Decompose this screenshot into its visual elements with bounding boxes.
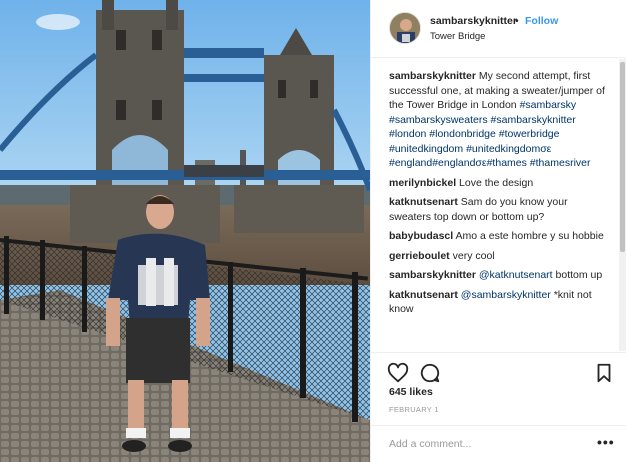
hashtag-link[interactable]: #england [389,157,432,169]
hashtag-link[interactable]: #thamesriver [530,157,591,169]
more-options-icon[interactable]: ••• [597,434,615,450]
comment-username[interactable]: gerrieboulet [389,250,450,262]
header-username[interactable]: sambarskyknitter [430,15,517,27]
comment-text: Amo a este hombre y su hobbie [455,230,604,242]
hashtag-link[interactable]: #london [389,128,426,140]
comment-username[interactable]: katknutsenart [389,196,458,208]
comment-username[interactable]: sambarskyknitter [389,269,476,281]
avatar[interactable] [389,12,421,44]
caption: sambarskyknitter My second attempt, firs… [389,69,611,171]
hashtag-link[interactable]: #sambarskyknitter [491,114,576,126]
comments-list[interactable]: sambarskyknitter My second attempt, firs… [371,59,619,351]
hashtag-link[interactable]: #unitedkingdomσε [466,143,551,155]
comment-text: Love the design [459,176,534,189]
hashtag-link[interactable]: #londonbridge [429,128,496,140]
hashtag-link[interactable]: #sambarsky [520,99,577,111]
comment-username[interactable]: merilynbickel [389,177,456,189]
post-photo[interactable] [0,0,370,462]
hashtag-link[interactable]: #englandσε [432,157,486,169]
likes-count[interactable]: 645 likes [389,386,433,398]
bookmark-icon[interactable] [593,362,615,384]
post-date: FEBRUARY 1 [389,405,439,414]
comment-item: katknutsenart @sambarskyknitter *knit no… [389,288,611,317]
header-separator: • [515,15,519,27]
comment-item: sambarskyknitter @katknutsenart bottom u… [389,268,611,283]
add-comment-bar: ••• [371,425,626,462]
post-header: sambarskyknitter • Follow Tower Bridge [371,0,626,58]
comment-item: babybudascl Amo a este hombre y su hobbi… [389,229,611,244]
hashtag-link[interactable]: #sambarskysweaters [389,114,488,126]
hashtag-link[interactable]: #towerbridge [499,128,560,140]
comment-input[interactable] [389,435,579,453]
post-side-panel: sambarskyknitter • Follow Tower Bridge s… [370,0,626,462]
follow-button[interactable]: Follow [525,15,558,27]
comment-item: gerrieboulet very cool [389,249,611,264]
avatar-image [390,13,420,43]
scrollbar-thumb[interactable] [620,62,625,252]
caption-username[interactable]: sambarskyknitter [389,70,476,82]
comment-item: merilynbickel Love the design [389,176,611,191]
comment-text: very cool [452,249,495,262]
comment-username[interactable]: babybudascl [389,230,453,242]
hashtag-link[interactable]: #unitedkingdom [389,143,463,155]
tower-bridge-photo [0,0,370,462]
comment-username[interactable]: katknutsenart [389,289,458,301]
hashtag-link[interactable]: #thames [487,157,527,169]
comment-text: bottom up [555,269,603,281]
heart-icon[interactable] [387,362,409,384]
comment-item: katknutsenart Sam do you know your sweat… [389,195,611,224]
speech-bubble-icon[interactable] [419,362,441,384]
location-link[interactable]: Tower Bridge [430,31,485,42]
mention-link[interactable]: @katknutsenart [479,269,553,281]
mention-link[interactable]: @sambarskyknitter [461,289,551,301]
